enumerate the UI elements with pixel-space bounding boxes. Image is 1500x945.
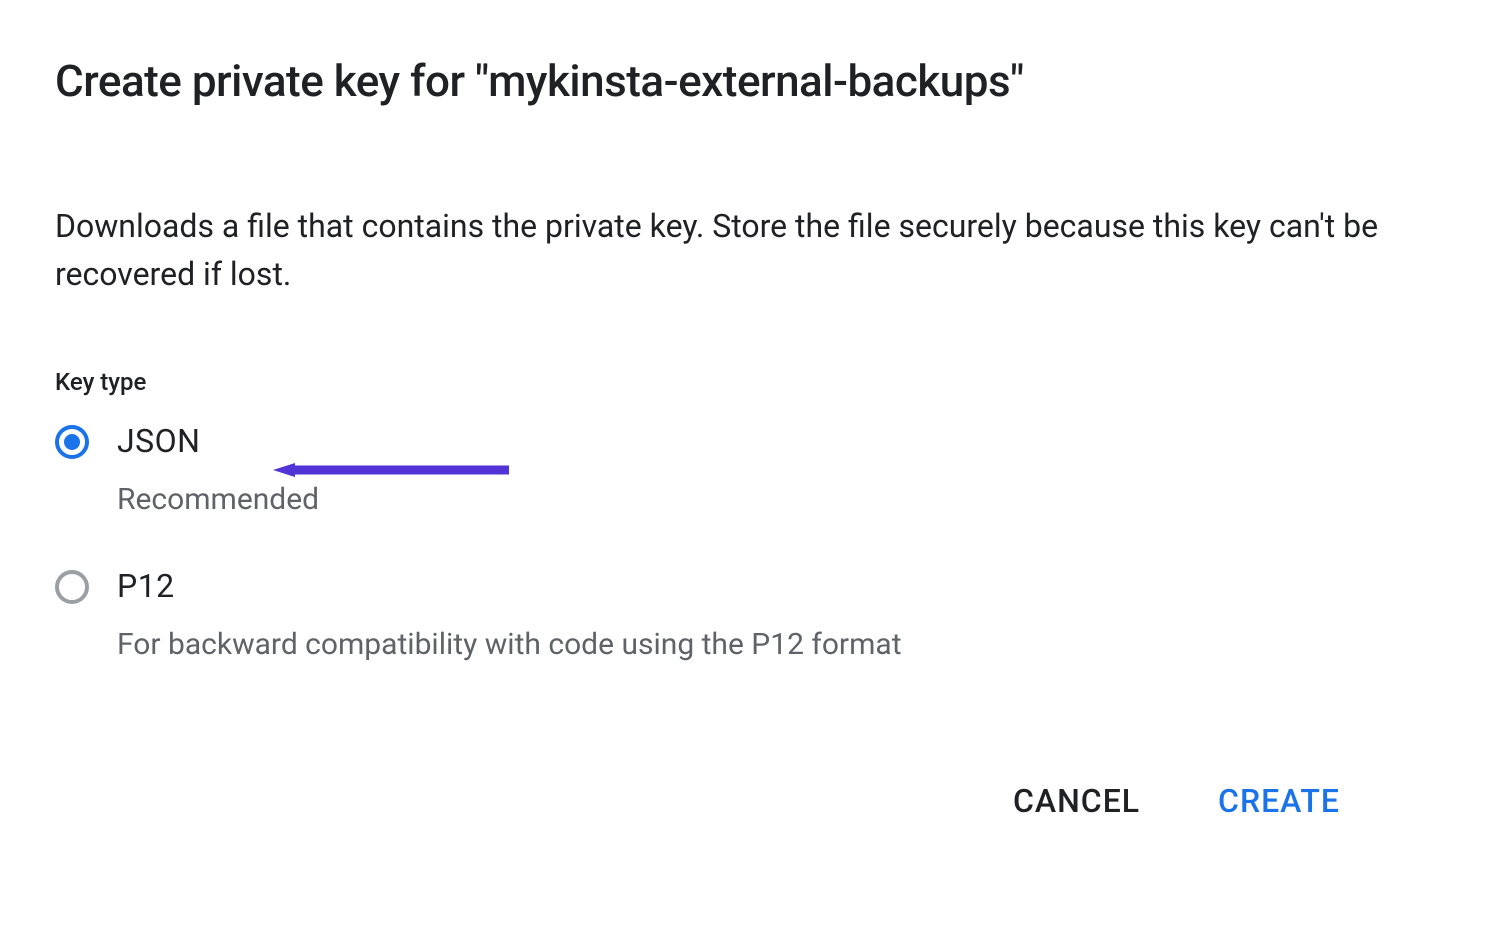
radio-option-p12[interactable]: P12 For backward compatibility with code… (55, 567, 1445, 662)
annotation-arrow-icon (273, 463, 509, 477)
radio-label-json: JSON (117, 422, 319, 460)
radio-description-json: Recommended (117, 482, 319, 517)
key-type-label: Key type (55, 368, 1445, 396)
cancel-button[interactable]: CANCEL (1013, 782, 1140, 820)
dialog-description: Downloads a file that contains the priva… (55, 202, 1445, 298)
dialog-actions: CANCEL CREATE (1013, 782, 1340, 820)
radio-label-p12: P12 (117, 567, 902, 605)
radio-option-json[interactable]: JSON Recommended (55, 422, 1445, 517)
create-button[interactable]: CREATE (1218, 782, 1340, 820)
radio-button-json[interactable] (55, 425, 89, 459)
radio-description-p12: For backward compatibility with code usi… (117, 627, 902, 662)
radio-button-p12[interactable] (55, 570, 89, 604)
dialog-title: Create private key for "mykinsta-externa… (55, 55, 1445, 107)
